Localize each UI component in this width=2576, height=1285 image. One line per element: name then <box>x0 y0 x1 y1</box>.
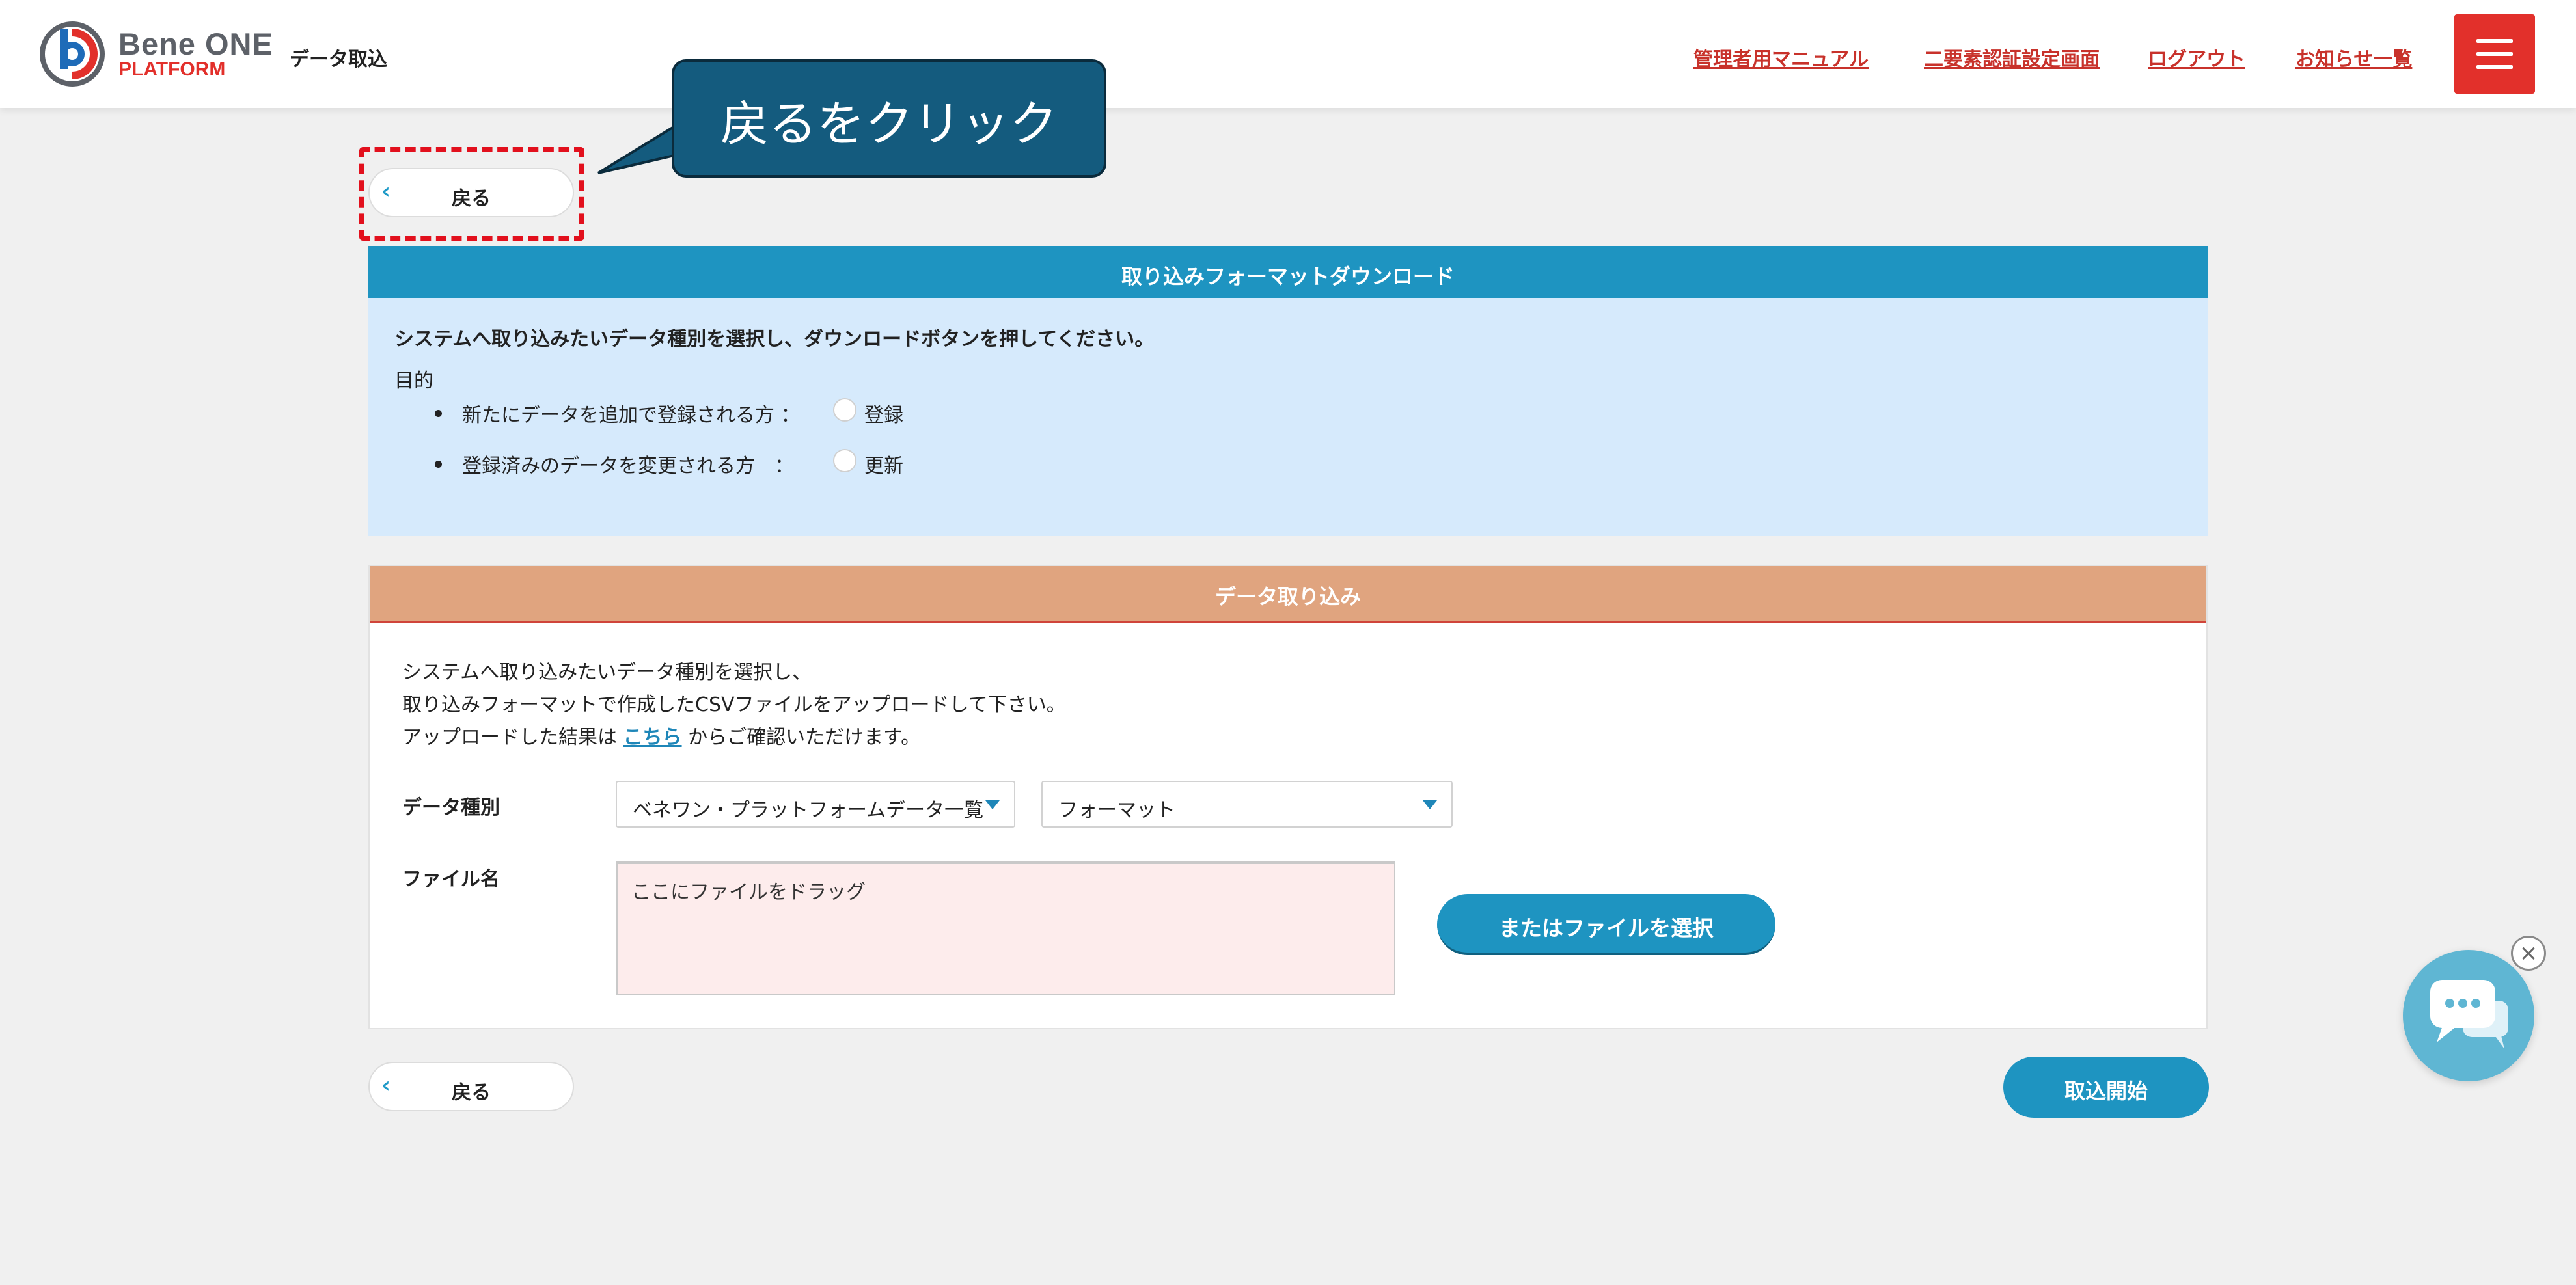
chat-icon <box>2430 980 2508 1049</box>
drop-placeholder: ここにファイルをドラッグ <box>631 881 866 904</box>
data-type-label: データ種別 <box>402 796 500 819</box>
file-name-label: ファイル名 <box>402 868 500 891</box>
result-link[interactable]: こちら <box>623 726 682 749</box>
format-value: フォーマット <box>1058 799 1175 822</box>
section-title: 取り込みフォーマットダウンロード <box>1121 264 1455 289</box>
highlight-box <box>359 147 584 241</box>
radio-register[interactable] <box>833 398 856 422</box>
choose-file-button[interactable]: またはファイルを選択 <box>1437 894 1775 955</box>
bullet <box>435 410 442 417</box>
callout-text: 戻るをクリック <box>720 96 1058 152</box>
option-register-desc: 新たにデータを追加で登録される方 ： <box>462 404 801 427</box>
nav-link-logout[interactable]: ログアウト <box>2148 43 2245 72</box>
back-button-bottom[interactable]: ‹ 戻る <box>368 1062 574 1111</box>
start-import-label: 取込開始 <box>2064 1079 2148 1103</box>
logo-text: Bene ONE <box>118 27 273 61</box>
page-title: データ取込 <box>290 48 387 71</box>
radio-update[interactable] <box>833 449 856 472</box>
close-icon: × <box>2519 940 2538 966</box>
section-header: 取り込みフォーマットダウンロード <box>368 246 2208 298</box>
chat-close-button[interactable]: × <box>2511 936 2546 971</box>
result-text-post: からご確認いただけます。 <box>688 726 921 749</box>
import-instruction-line1: システムへ取り込みたいデータ種別を選択し、 <box>402 661 812 684</box>
back-button-label: 戻る <box>452 1081 491 1104</box>
bullet <box>435 461 442 468</box>
result-text-pre: アップロードした結果は <box>402 726 617 749</box>
purpose-label: 目的 <box>394 370 433 392</box>
choose-file-label: またはファイルを選択 <box>1499 915 1714 941</box>
callout-tail <box>597 122 678 174</box>
import-instruction-line3: アップロードした結果は こちら からご確認いただけます。 <box>402 721 920 750</box>
section-title: データ取り込み <box>1214 584 1361 609</box>
nav-link-two-factor[interactable]: 二要素認証設定画面 <box>1924 43 2100 72</box>
data-type-select[interactable]: ベネワン・プラットフォームデータ一覧 <box>616 781 1015 828</box>
option-update-desc: 登録済みのデータを変更される方 ： <box>462 455 794 478</box>
logo-subtext: PLATFORM <box>118 59 226 80</box>
chevron-down-icon <box>1423 800 1437 809</box>
data-type-value: ベネワン・プラットフォームデータ一覧 <box>633 799 984 822</box>
format-select[interactable]: フォーマット <box>1041 781 1453 828</box>
data-import-section: データ取り込み システムへ取り込みたいデータ種別を選択し、 取り込みフォーマット… <box>368 565 2208 1029</box>
header: Bene ONE PLATFORM データ取込 管理者用マニュアル 二要素認証設… <box>0 0 2576 108</box>
chevron-down-icon <box>985 800 1000 809</box>
start-import-button[interactable]: 取込開始 <box>2003 1057 2209 1118</box>
format-download-section: 取り込みフォーマットダウンロード システムへ取り込みたいデータ種別を選択し、ダウ… <box>368 246 2208 536</box>
instruction-text: システムへ取り込みたいデータ種別を選択し、ダウンロードボタンを押してください。 <box>394 328 1155 351</box>
logo-icon[interactable] <box>38 20 107 88</box>
chat-widget[interactable] <box>2403 950 2534 1081</box>
menu-button[interactable] <box>2454 14 2535 94</box>
section-header: データ取り込み <box>370 566 2206 623</box>
radio-register-label[interactable]: 登録 <box>864 399 903 427</box>
nav-link-news[interactable]: お知らせ一覧 <box>2295 43 2412 72</box>
radio-update-label[interactable]: 更新 <box>864 450 903 478</box>
file-drop-zone[interactable]: ここにファイルをドラッグ <box>616 861 1395 995</box>
import-instruction-line2: 取り込みフォーマットで作成したCSVファイルをアップロードして下さい。 <box>402 694 1066 716</box>
nav-link-manual[interactable]: 管理者用マニュアル <box>1693 43 1869 72</box>
annotation-callout: 戻るをクリック <box>672 59 1106 178</box>
